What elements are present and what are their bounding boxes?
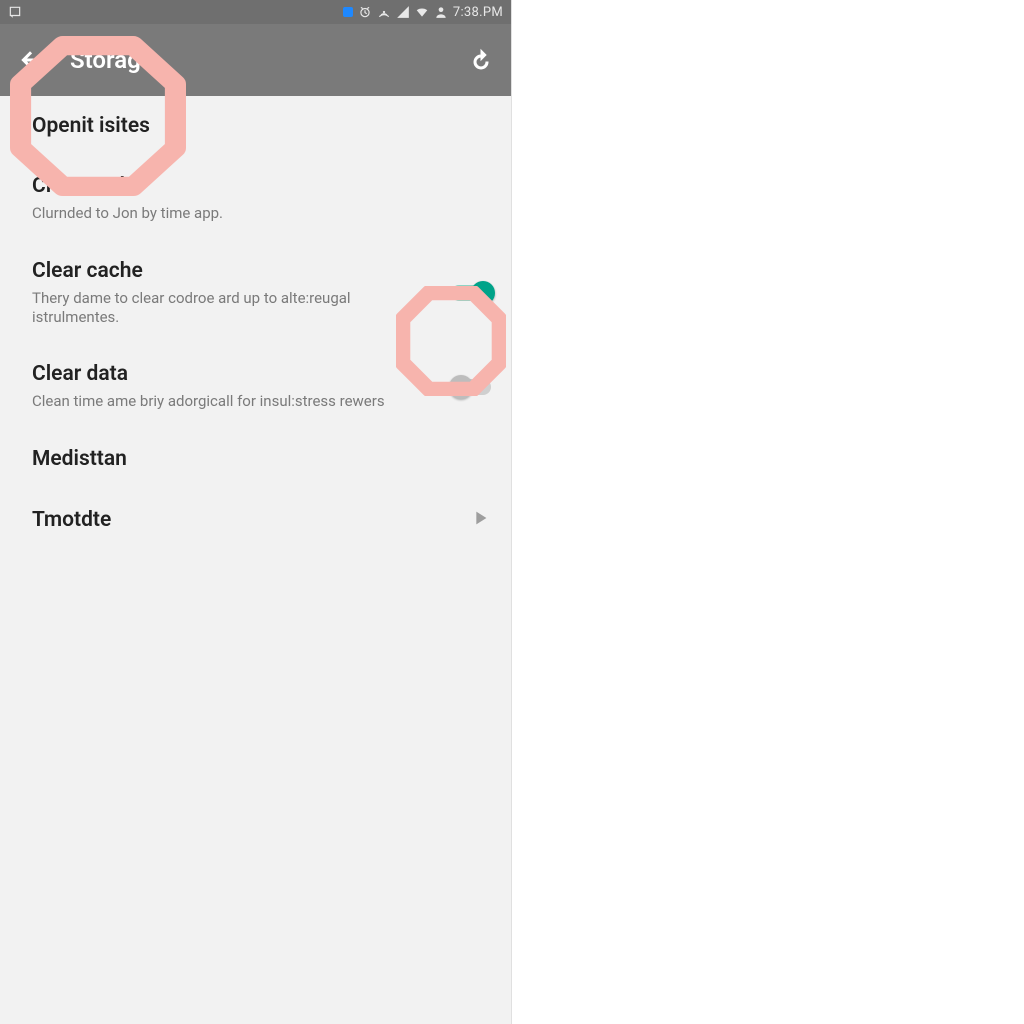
- row-subtext: Clurnded to Jon by time app.: [32, 204, 491, 223]
- wifi-icon: [415, 5, 429, 19]
- signal-icon: [396, 5, 410, 19]
- row-subtext: Clean time ame briy adorgicall for insul…: [32, 392, 411, 411]
- settings-list: Openit isites Clear cache Clurnded to Jo…: [0, 96, 511, 551]
- row-clear-cache-2[interactable]: Clear cache Thery dame to clear codroe a…: [0, 241, 511, 345]
- blue-dot-icon: [343, 7, 353, 17]
- row-open-sites[interactable]: Openit isites: [0, 96, 511, 156]
- clear-data-toggle[interactable]: [451, 379, 491, 395]
- notification-icon: [8, 5, 22, 19]
- row-label: Tmotdte: [32, 508, 411, 532]
- clear-cache-toggle[interactable]: [451, 285, 491, 301]
- row-label: Clear cache: [32, 259, 411, 283]
- hotspot-icon: [377, 5, 391, 19]
- phone-frame: 7:38.PM Storage Openit isites Clear cach…: [0, 0, 512, 1024]
- row-medisttan[interactable]: Medisttan: [0, 429, 511, 489]
- refresh-button[interactable]: [465, 44, 497, 76]
- row-clear-cache-1[interactable]: Clear cache Clurnded to Jon by time app.: [0, 156, 511, 241]
- row-subtext: Thery dame to clear codroe ard up to alt…: [32, 289, 411, 327]
- status-time: 7:38.PM: [453, 5, 503, 20]
- toggle-knob-icon: [449, 375, 473, 399]
- status-left: [8, 5, 22, 19]
- back-button[interactable]: [14, 44, 46, 76]
- status-bar: 7:38.PM: [0, 0, 511, 24]
- row-label: Clear cache: [32, 174, 491, 198]
- chevron-right-icon: [469, 507, 491, 533]
- row-label: Clear data: [32, 362, 411, 386]
- page-title: Storage: [70, 46, 441, 74]
- refresh-icon: [469, 48, 493, 72]
- row-label: Openit isites: [32, 114, 491, 138]
- toggle-knob-icon: [471, 281, 495, 305]
- back-icon: [18, 48, 42, 72]
- status-right: 7:38.PM: [343, 5, 503, 20]
- app-bar: Storage: [0, 24, 511, 96]
- row-label: Medisttan: [32, 447, 491, 471]
- alarm-icon: [358, 5, 372, 19]
- account-icon: [434, 5, 448, 19]
- row-tmotdte[interactable]: Tmotdte: [0, 489, 511, 551]
- row-clear-data[interactable]: Clear data Clean time ame briy adorgical…: [0, 344, 511, 429]
